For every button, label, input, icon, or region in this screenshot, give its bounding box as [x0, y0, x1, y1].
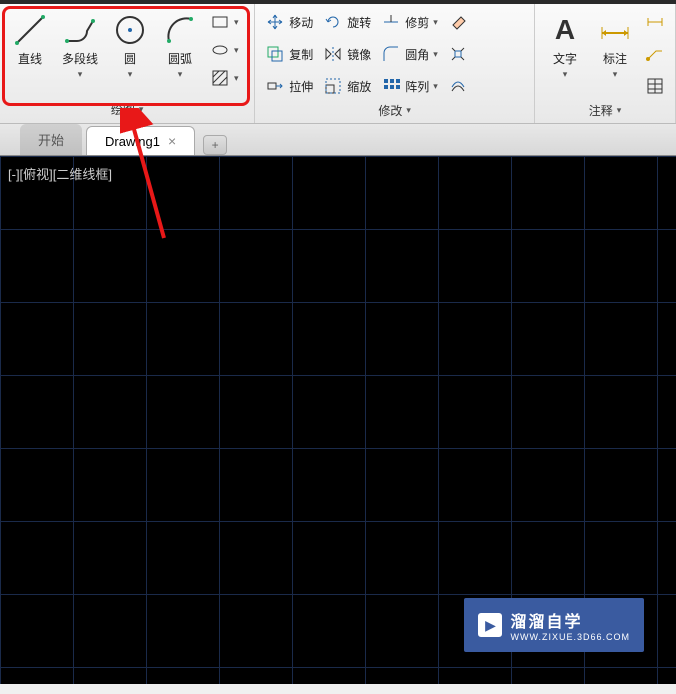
explode-tool[interactable] [446, 42, 470, 66]
dimension-icon [597, 12, 633, 48]
circle-tool[interactable]: 圆 ▾ [108, 10, 152, 82]
chevron-down-icon: ▾ [613, 69, 618, 80]
view-label[interactable]: [-][俯视][二维线框] [8, 164, 112, 183]
modify-panel: 移动 复制 拉伸 旋转 镜像 缩放 修剪▾ 圆角▾ 阵列▾ 修改 ▾ [255, 4, 535, 123]
fillet-icon [381, 44, 401, 64]
explode-icon [448, 44, 468, 64]
polyline-label: 多段线 [62, 50, 98, 67]
line-label: 直线 [18, 50, 42, 67]
mirror-icon [323, 44, 343, 64]
linear-dim-icon [645, 12, 665, 32]
polyline-tool[interactable]: 多段线 ▾ [58, 10, 102, 82]
rotate-tool[interactable]: 旋转 [321, 10, 373, 34]
circle-icon [112, 12, 148, 48]
watermark: ▶ 溜溜自学 WWW.ZIXUE.3D66.COM [464, 598, 644, 652]
array-tool[interactable]: 阵列▾ [379, 74, 440, 98]
play-icon: ▶ [478, 613, 502, 637]
move-tool[interactable]: 移动 [263, 10, 315, 34]
close-icon[interactable]: × [168, 133, 176, 149]
trim-icon [381, 12, 401, 32]
table-icon [645, 76, 665, 96]
leader-icon [645, 44, 665, 64]
dimension-tool[interactable]: 标注 ▾ [593, 10, 637, 82]
scale-tool[interactable]: 缩放 [321, 74, 373, 98]
draw-panel: 直线 多段线 ▾ 圆 ▾ 圆弧 ▾ [0, 4, 255, 123]
rotate-icon [323, 12, 343, 32]
tab-start[interactable]: 开始 [20, 124, 82, 155]
annotate-panel-title[interactable]: 注释 ▾ [535, 100, 675, 123]
fillet-tool[interactable]: 圆角▾ [379, 42, 440, 66]
array-icon [381, 76, 401, 96]
tab-drawing1[interactable]: Drawing1× [86, 126, 195, 155]
ellipse-tool[interactable]: ▾ [208, 38, 241, 62]
document-tabbar: 开始 Drawing1× + [0, 124, 676, 156]
chevron-down-icon: ▾ [178, 69, 183, 80]
draw-panel-title[interactable]: 绘图 ▾ [0, 99, 254, 122]
stretch-icon [265, 76, 285, 96]
trim-tool[interactable]: 修剪▾ [379, 10, 440, 34]
stretch-tool[interactable]: 拉伸 [263, 74, 315, 98]
offset-icon [448, 76, 468, 96]
annotate-panel: A 文字 ▾ 标注 ▾ 注释 ▾ [535, 4, 676, 123]
move-icon [265, 12, 285, 32]
polyline-icon [62, 12, 98, 48]
arc-tool[interactable]: 圆弧 ▾ [158, 10, 202, 82]
rectangle-tool[interactable]: ▾ [208, 10, 241, 34]
ellipse-icon [210, 40, 230, 60]
chevron-down-icon: ▾ [139, 104, 144, 115]
text-tool[interactable]: A 文字 ▾ [543, 10, 587, 82]
modify-panel-title[interactable]: 修改 ▾ [255, 100, 534, 123]
mirror-tool[interactable]: 镜像 [321, 42, 373, 66]
offset-tool[interactable] [446, 74, 470, 98]
erase-tool[interactable] [446, 10, 470, 34]
line-icon [12, 12, 48, 48]
chevron-down-icon: ▾ [78, 69, 83, 80]
ribbon: 直线 多段线 ▾ 圆 ▾ 圆弧 ▾ [0, 4, 676, 124]
arc-icon [162, 12, 198, 48]
copy-tool[interactable]: 复制 [263, 42, 315, 66]
hatch-icon [210, 68, 230, 88]
hatch-tool[interactable]: ▾ [208, 66, 241, 90]
rectangle-icon [210, 12, 230, 32]
text-icon: A [547, 12, 583, 48]
linear-dim-tool[interactable] [643, 10, 667, 34]
chevron-down-icon: ▾ [563, 69, 568, 80]
chevron-down-icon: ▾ [617, 105, 622, 116]
tab-add-button[interactable]: + [203, 135, 227, 155]
drawing-canvas[interactable]: [-][俯视][二维线框] ▶ 溜溜自学 WWW.ZIXUE.3D66.COM [0, 156, 676, 684]
arc-label: 圆弧 [168, 50, 192, 67]
chevron-down-icon: ▾ [406, 105, 411, 116]
erase-icon [448, 12, 468, 32]
leader-tool[interactable] [643, 42, 667, 66]
copy-icon [265, 44, 285, 64]
circle-label: 圆 [124, 50, 136, 67]
chevron-down-icon: ▾ [128, 69, 133, 80]
table-tool[interactable] [643, 74, 667, 98]
scale-icon [323, 76, 343, 96]
line-tool[interactable]: 直线 [8, 10, 52, 69]
